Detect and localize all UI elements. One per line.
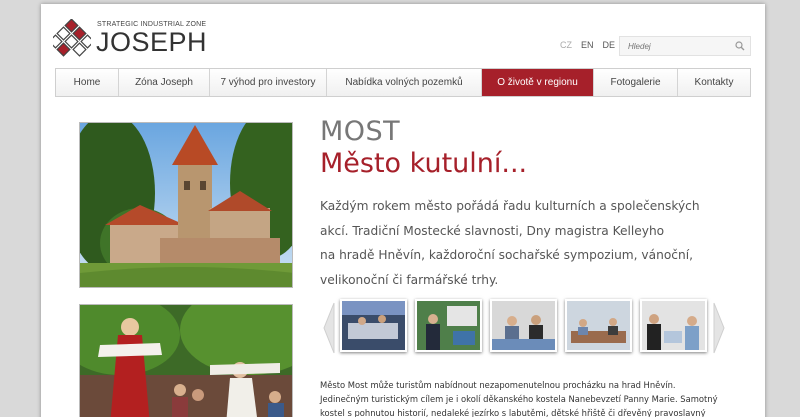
gallery-thumbnail[interactable] — [640, 299, 707, 352]
lead-line: Každým rokem město pořádá řadu kulturníc… — [320, 199, 700, 213]
nav-item-home[interactable]: Home — [56, 69, 119, 96]
nav-item-zona-joseph[interactable]: Zóna Joseph — [119, 69, 210, 96]
language-switcher: CZ EN DE — [560, 40, 615, 54]
nav-item-7-vyhod[interactable]: 7 výhod pro investory — [210, 69, 327, 96]
lang-cz[interactable]: CZ — [560, 40, 572, 54]
gallery-thumbnail[interactable] — [340, 299, 407, 352]
page-title: MOST — [320, 116, 401, 147]
nav-item-fotogalerie[interactable]: Fotogalerie — [594, 69, 678, 96]
body-paragraph: Město Most může turistům nabídnout nezap… — [320, 378, 722, 417]
lang-en[interactable]: EN — [581, 40, 594, 54]
page: STRATEGIC INDUSTRIAL ZONE JOSEPH CZ EN D… — [41, 4, 765, 417]
search-input[interactable] — [620, 37, 730, 55]
castle-photo — [79, 122, 293, 288]
page-subtitle: Město kutulní... — [320, 148, 528, 179]
chevron-left-icon[interactable] — [323, 301, 335, 355]
logo[interactable]: STRATEGIC INDUSTRIAL ZONE JOSEPH — [53, 19, 213, 59]
lang-de[interactable]: DE — [603, 40, 616, 54]
body-line: Jedinečným turistickým cílem je i okolí … — [320, 394, 718, 404]
search-box — [619, 36, 751, 56]
photo-carousel — [323, 297, 725, 357]
thumbnail-list — [340, 299, 707, 352]
body-line: Město Most může turistům nabídnout nezap… — [320, 380, 676, 390]
nav-item-nabidka-pozemku[interactable]: Nabídka volných pozemků — [327, 69, 482, 96]
main-nav: Home Zóna Joseph 7 výhod pro investory N… — [55, 68, 751, 97]
gallery-thumbnail[interactable] — [565, 299, 632, 352]
cube-logo-icon — [53, 19, 91, 57]
folk-dance-photo — [79, 304, 293, 417]
nav-item-o-zivote[interactable]: O životě v regionu — [482, 69, 594, 96]
body-line: kostel s pohnutou historií, nedaleké jez… — [320, 408, 706, 417]
chevron-right-icon[interactable] — [713, 301, 725, 355]
search-icon[interactable] — [735, 41, 745, 51]
nav-item-kontakty[interactable]: Kontakty — [678, 69, 750, 96]
gallery-thumbnail[interactable] — [415, 299, 482, 352]
gallery-thumbnail[interactable] — [490, 299, 557, 352]
lead-line: velikonoční či farmářské trhy. — [320, 272, 499, 287]
lead-line: akcí. Tradiční Mostecké slavnosti, Dny m… — [320, 223, 665, 238]
lead-paragraph: Každým rokem město pořádá řadu kulturníc… — [320, 194, 720, 292]
logo-name: JOSEPH — [96, 27, 208, 57]
lead-line: na hradě Hněvín, každoroční sochařské sy… — [320, 248, 693, 262]
